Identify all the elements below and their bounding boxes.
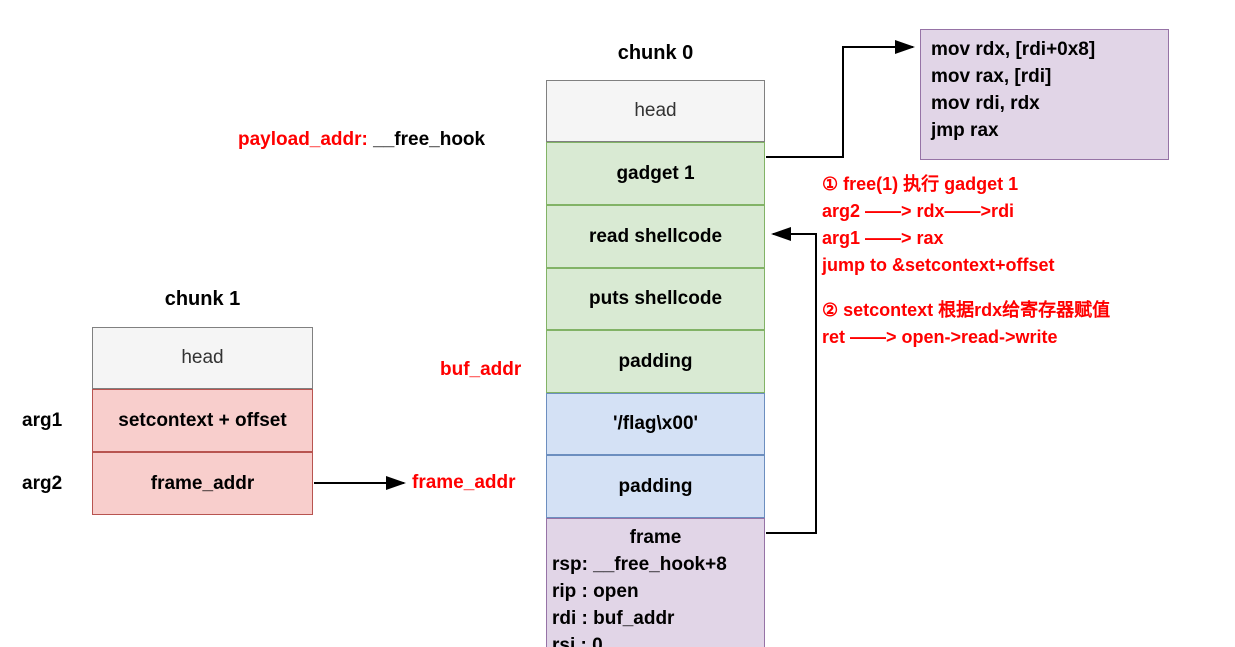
payload-addr-key: payload_addr: — [238, 129, 368, 150]
frame-line-rdi: rdi : buf_addr — [552, 608, 675, 629]
chunk0-row-head: head — [546, 80, 765, 142]
note-step1-line-1: ① free(1) 执行 gadget 1 — [822, 174, 1019, 194]
arrow-rsp-to-read-shellcode — [766, 227, 817, 534]
note-step1-line-2: arg2 ——> rdx——>rdi — [822, 201, 1015, 221]
chunk1-arg1-label: arg1 — [22, 410, 63, 431]
asm-line-4: jmp rax — [931, 120, 999, 141]
chunk0-box: head gadget 1 read shellcode puts shellc… — [546, 80, 765, 647]
chunk0-row-frame: frame rsp: __free_hook+8 rip : open rdi … — [546, 518, 765, 647]
chunk0-row-padding-blue: padding — [546, 455, 765, 518]
chunk1-row-setcontext: setcontext + offset — [92, 389, 313, 452]
diagram-canvas: chunk 1 head setcontext + offset frame_a… — [0, 0, 1235, 647]
annotation-step2: ② setcontext 根据rdx给寄存器赋值 ret ——> open->r… — [822, 297, 1222, 351]
chunk0-row-flag-string: '/flag\x00' — [546, 393, 765, 455]
chunk1-row-head: head — [92, 327, 313, 389]
asm-line-1: mov rdx, [rdi+0x8] — [931, 39, 1096, 60]
chunk1-box: head setcontext + offset frame_addr — [92, 327, 313, 515]
asm-line-2: mov rax, [rdi] — [931, 66, 1052, 87]
note-step1-line-3: arg1 ——> rax — [822, 228, 944, 248]
chunk0-row-puts-shellcode: puts shellcode — [546, 268, 765, 330]
gadget-assembly-box: mov rdx, [rdi+0x8] mov rax, [rdi] mov rd… — [920, 29, 1169, 160]
chunk1-title: chunk 1 — [164, 288, 241, 310]
buf-addr-label: buf_addr — [440, 359, 522, 380]
frame-line-rip: rip : open — [552, 581, 639, 602]
note-step2-line-2: ret ——> open->read->write — [822, 327, 1058, 347]
frame-line-rsi: rsi : 0 — [552, 635, 603, 647]
payload-addr-label: payload_addr: __free_hook — [238, 129, 485, 151]
chunk1-arg2-label: arg2 — [22, 473, 63, 494]
chunk1-row-frame-addr: frame_addr — [92, 452, 313, 515]
arrow-gadget1-to-asm — [766, 40, 915, 158]
frame-addr-label: frame_addr — [412, 472, 516, 493]
chunk0-title: chunk 0 — [617, 42, 694, 64]
payload-addr-value: __free_hook — [373, 129, 486, 150]
note-step1-line-4: jump to &setcontext+offset — [822, 255, 1055, 275]
frame-line-rsp: rsp: __free_hook+8 — [552, 554, 727, 575]
frame-title: frame — [629, 527, 682, 548]
chunk0-row-gadget1: gadget 1 — [546, 142, 765, 205]
asm-line-3: mov rdi, rdx — [931, 93, 1040, 114]
annotation-step1: ① free(1) 执行 gadget 1 arg2 ——> rdx——>rdi… — [822, 171, 1222, 279]
chunk0-row-read-shellcode: read shellcode — [546, 205, 765, 268]
note-step2-line-1: ② setcontext 根据rdx给寄存器赋值 — [822, 300, 1111, 320]
chunk0-row-padding-green: padding — [546, 330, 765, 393]
